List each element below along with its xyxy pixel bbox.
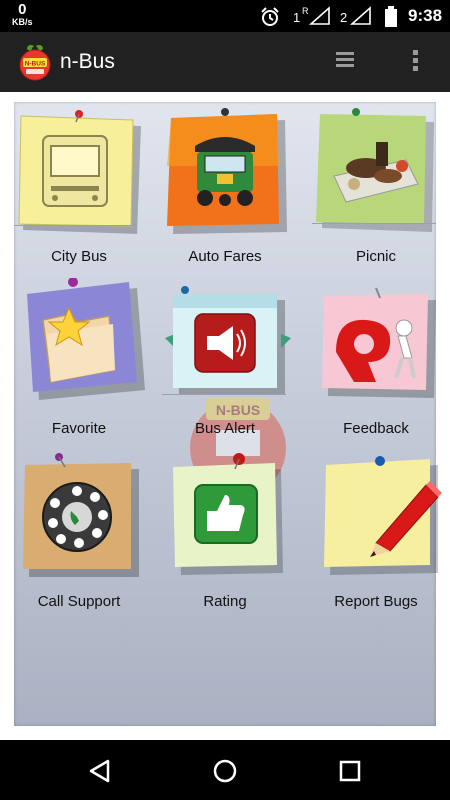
auto-rickshaw-icon: [195, 137, 255, 206]
bus-front-icon: [42, 135, 108, 207]
tile-rating[interactable]: Rating: [155, 451, 295, 623]
tile-picnic[interactable]: Picnic: [306, 106, 446, 278]
tile-city-bus[interactable]: City Bus: [9, 106, 149, 278]
dashboard-panel: N-BUS City Bus Auto Fares Picnic Favorit…: [14, 102, 442, 726]
status-bar: 0 KB/s 1 R 2 9:38: [0, 0, 450, 32]
tile-label-feedback: Feedback: [343, 420, 409, 437]
navigation-bar: [0, 740, 450, 800]
home-icon[interactable]: [210, 756, 240, 786]
clock: 9:38: [408, 6, 443, 25]
rotary-phone-icon: [42, 482, 112, 552]
alarm-icon: [259, 6, 281, 33]
divider: [162, 394, 286, 395]
tile-label-auto-fares: Auto Fares: [188, 248, 262, 265]
back-icon[interactable]: [86, 756, 116, 786]
tile-label-call-support: Call Support: [37, 593, 121, 610]
tile-feedback[interactable]: Feedback: [306, 278, 446, 450]
divider: [312, 223, 436, 224]
app-logo: N-BUS: [17, 43, 53, 86]
tile-label-picnic: Picnic: [355, 248, 396, 265]
thumbs-up-icon: [194, 484, 258, 544]
app-title: n-Bus: [60, 50, 115, 73]
megaphone-icon: [194, 313, 256, 373]
main-content: N-BUS City Bus Auto Fares Picnic Favorit…: [0, 92, 450, 740]
tile-favorite[interactable]: Favorite: [9, 278, 149, 450]
network-speed-unit: KB/s: [12, 17, 33, 27]
app-logo-text: N-BUS: [25, 61, 46, 68]
tile-label-city-bus: City Bus: [51, 248, 107, 265]
tile-bus-alert[interactable]: Bus Alert: [155, 278, 295, 450]
tile-label-rating: Rating: [203, 593, 247, 610]
signal-icon: 2: [340, 6, 376, 31]
sim1-roaming: R: [302, 6, 309, 16]
network-speed: 0 KB/s: [12, 2, 33, 27]
sim2-badge: 2: [340, 10, 347, 25]
more-vertical-icon[interactable]: [403, 48, 427, 76]
signal-icon: 1 R: [293, 6, 333, 31]
tile-label-favorite: Favorite: [51, 420, 107, 437]
recent-apps-icon[interactable]: [335, 756, 365, 786]
hamburger-icon[interactable]: [333, 49, 357, 75]
network-speed-value: 0: [18, 1, 27, 18]
app-bar: N-BUS n-Bus: [0, 32, 450, 92]
tile-label-report-bugs: Report Bugs: [334, 593, 418, 610]
battery-icon: [384, 6, 398, 33]
sim1-badge: 1: [293, 10, 300, 25]
tile-label-bus-alert: Bus Alert: [194, 420, 256, 437]
tile-report-bugs[interactable]: Report Bugs: [306, 451, 446, 623]
tile-auto-fares[interactable]: Auto Fares: [155, 106, 295, 278]
tile-call-support[interactable]: Call Support: [9, 451, 149, 623]
divider: [14, 225, 134, 226]
